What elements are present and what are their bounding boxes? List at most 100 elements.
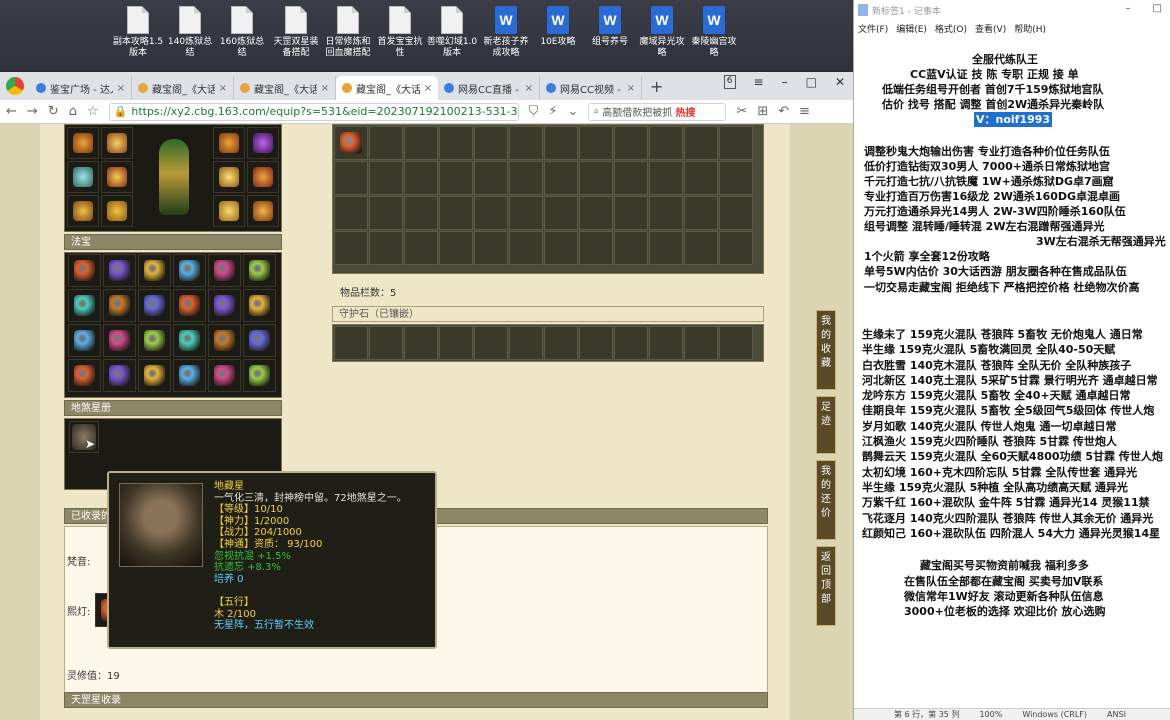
inventory-cell[interactable] [649,326,683,360]
item-slot[interactable] [103,359,136,392]
maximize-icon[interactable]: □ [806,75,817,89]
more-icon[interactable]: ≡ [799,104,810,119]
inventory-cell[interactable] [404,161,438,195]
undo-icon[interactable]: ↶ [778,104,789,119]
close-window-icon[interactable]: ✕ [835,75,845,89]
item-slot[interactable] [243,324,276,357]
menu-help[interactable]: 帮助(H) [1014,22,1046,35]
minimize-icon[interactable]: – [1126,3,1131,14]
desktop-icon[interactable]: 善噬幻域1.0版本 [426,6,478,59]
inventory-cell[interactable] [509,161,543,195]
equip-slot[interactable] [213,127,245,159]
desktop-icon[interactable]: W 魔域异光攻略 [636,6,688,59]
dropdown-icon[interactable]: ⌄ [568,104,579,119]
inventory-cell[interactable] [439,126,473,160]
item-slot[interactable] [208,359,241,392]
item-slot[interactable] [68,254,101,287]
close-icon[interactable]: × [424,83,432,94]
inventory-cell[interactable] [649,196,683,230]
item-slot[interactable] [68,289,101,322]
inventory-cell[interactable] [474,196,508,230]
inventory-cell[interactable] [509,126,543,160]
item-slot[interactable] [173,324,206,357]
inventory-cell[interactable] [719,126,753,160]
item-slot[interactable] [138,289,171,322]
inventory-cell[interactable] [509,196,543,230]
inventory-cell[interactable] [369,126,403,160]
desktop-icon[interactable]: W 秦陵幽宫攻略 [688,6,740,59]
inventory-cell[interactable] [334,126,368,160]
back-to-top-button[interactable]: 返回顶部 [816,546,836,626]
inventory-cell[interactable] [614,161,648,195]
desktop-icon[interactable]: W 10E攻略 [532,6,584,48]
inventory-cell[interactable] [369,196,403,230]
tab[interactable]: 鉴宝广场 - 达人× [30,76,132,100]
inventory-cell[interactable] [474,231,508,265]
inventory-cell[interactable] [719,326,753,360]
menu-view[interactable]: 查看(V) [975,22,1006,35]
menu-file[interactable]: 文件(F) [858,22,888,35]
inventory-cell[interactable] [404,126,438,160]
menu-icon[interactable]: ≡ [754,75,764,89]
equip-slot[interactable] [101,127,133,159]
item-slot[interactable] [208,254,241,287]
inventory-cell[interactable] [404,326,438,360]
my-offers-button[interactable]: 我的还价 [816,460,836,540]
inventory-cell[interactable] [509,326,543,360]
close-icon[interactable]: × [219,83,227,94]
minimize-icon[interactable]: – [782,75,788,89]
equip-slot[interactable] [213,195,245,227]
desktop-icon[interactable]: 天罡双星装备搭配 [270,6,322,59]
item-slot[interactable] [103,254,136,287]
equip-slot[interactable] [67,127,99,159]
inventory-cell[interactable] [439,326,473,360]
inventory-cell[interactable] [439,196,473,230]
item-slot[interactable] [173,289,206,322]
equip-slot[interactable] [247,161,279,193]
item-slot[interactable] [243,289,276,322]
tab[interactable]: 网易CC直播 - 网× [438,76,540,100]
shield-icon[interactable]: ⛉ [529,104,539,119]
grid-icon[interactable]: ⊞ [757,104,768,119]
desktop-icon[interactable]: 日常修炼和回血魔搭配 [322,6,374,59]
menu-edit[interactable]: 编辑(E) [896,22,927,35]
close-icon[interactable]: × [525,83,533,94]
notepad-text-area[interactable]: 全服代练队王 CC蓝V认证 技 陈 专职 正规 接 单低端任务组号开创者 首创7千… [854,46,1170,702]
item-slot[interactable] [243,359,276,392]
desktop-icon[interactable]: W 组号养号 [584,6,636,48]
tab[interactable]: 网易CC视频 - 彩× [540,76,642,100]
equip-slot[interactable] [67,161,99,193]
inventory-cell[interactable] [474,326,508,360]
forward-icon[interactable]: → [27,104,38,119]
item-slot[interactable] [138,359,171,392]
inventory-cell[interactable] [649,126,683,160]
equip-slot[interactable] [247,127,279,159]
close-icon[interactable]: × [321,83,329,94]
item-slot[interactable] [208,289,241,322]
equip-slot[interactable] [101,161,133,193]
close-icon[interactable]: × [117,83,125,94]
inventory-cell[interactable] [334,196,368,230]
tab[interactable]: 藏宝阁_《大话 × [234,76,336,100]
equip-slot[interactable] [213,161,245,193]
inventory-cell[interactable] [369,161,403,195]
item-slot[interactable] [138,254,171,287]
item-slot[interactable] [138,324,171,357]
hot-search-label[interactable]: 热搜 [675,104,695,119]
inventory-cell[interactable] [439,161,473,195]
equip-slot[interactable] [101,195,133,227]
inventory-cell[interactable] [684,326,718,360]
desktop-icon[interactable]: 副本攻略1.5版本 [112,6,164,59]
inventory-cell[interactable] [614,326,648,360]
inventory-cell[interactable] [404,196,438,230]
inventory-cell[interactable] [719,161,753,195]
inventory-cell[interactable] [614,126,648,160]
item-slot[interactable] [68,359,101,392]
inventory-cell[interactable] [544,196,578,230]
tab-active[interactable]: 藏宝阁_《大话 × [336,76,438,100]
inventory-cell[interactable] [719,196,753,230]
inventory-cell[interactable] [369,326,403,360]
inventory-cell[interactable] [719,231,753,265]
equip-slot[interactable] [67,195,99,227]
inventory-cell[interactable] [579,196,613,230]
